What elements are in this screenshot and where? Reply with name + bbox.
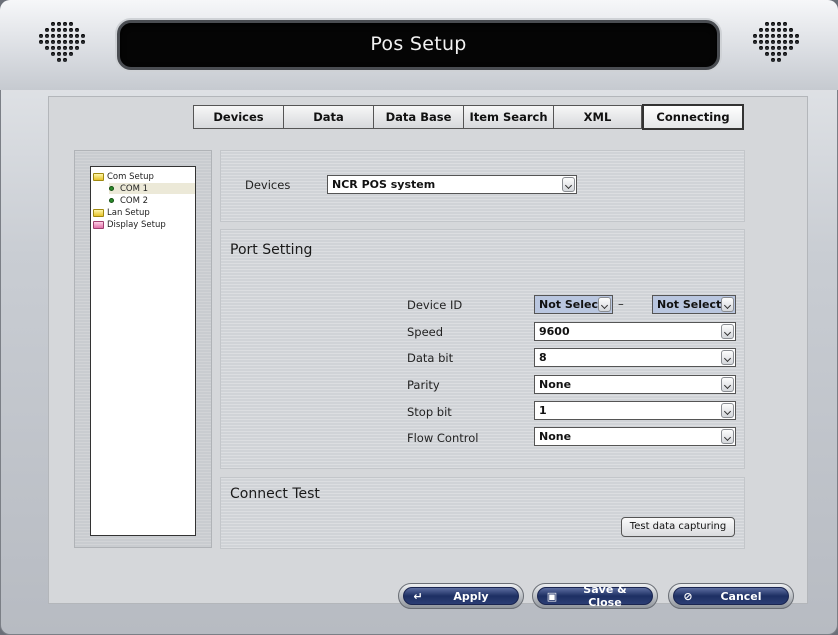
device-id-from-select[interactable]: Not Select xyxy=(534,295,613,314)
tree-item-label: Lan Setup xyxy=(107,207,150,218)
tree-item-com-setup[interactable]: Com Setup xyxy=(93,171,154,182)
chevron-down-icon[interactable] xyxy=(721,377,734,392)
parity-select[interactable]: None xyxy=(534,375,736,394)
speed-label: Speed xyxy=(407,325,444,339)
tab-item-search[interactable]: Item Search xyxy=(464,106,554,128)
test-data-capturing-button[interactable]: Test data capturing xyxy=(621,517,735,537)
title-display: Pos Setup xyxy=(117,20,720,70)
tree-item-label: COM 2 xyxy=(120,195,149,206)
chevron-down-icon[interactable] xyxy=(721,403,734,418)
enter-arrow-icon: ↵ xyxy=(413,589,423,603)
devices-label: Devices xyxy=(245,178,291,192)
port-bullet-icon xyxy=(109,198,114,203)
speaker-grille-left-icon xyxy=(34,22,90,64)
apply-label: Apply xyxy=(453,589,489,603)
data-bit-select[interactable]: 8 xyxy=(534,348,736,367)
tree-item-display-setup[interactable]: Display Setup xyxy=(93,219,166,230)
tree-item-com2[interactable]: COM 2 xyxy=(109,195,148,206)
stop-bit-select[interactable]: 1 xyxy=(534,401,736,420)
device-id-label: Device ID xyxy=(407,298,463,312)
folder-open-icon xyxy=(93,172,104,181)
tab-data-base[interactable]: Data Base xyxy=(374,106,464,128)
tab-bar: Devices Data Data Base Item Search XML C… xyxy=(193,104,744,130)
folder-open-icon xyxy=(93,208,104,217)
device-id-to-value: Not Select xyxy=(657,298,722,311)
tree-item-label: COM 1 xyxy=(120,183,149,194)
flow-control-label: Flow Control xyxy=(407,431,479,445)
tab-devices[interactable]: Devices xyxy=(194,106,284,128)
tree-item-label: Display Setup xyxy=(107,219,166,230)
chevron-down-icon[interactable] xyxy=(721,350,734,365)
speed-value: 9600 xyxy=(539,325,570,338)
devices-select-value: NCR POS system xyxy=(332,178,436,191)
tab-connecting[interactable]: Connecting xyxy=(642,104,744,130)
device-id-from-value: Not Select xyxy=(539,298,604,311)
parity-label: Parity xyxy=(407,378,440,392)
tree-item-label: Com Setup xyxy=(107,171,154,182)
tab-xml[interactable]: XML xyxy=(554,106,642,128)
parity-value: None xyxy=(539,378,572,391)
chevron-down-icon[interactable] xyxy=(721,324,734,339)
window-title: Pos Setup xyxy=(370,33,467,55)
save-close-button[interactable]: ▣ Save & Close xyxy=(532,583,658,609)
port-bullet-icon xyxy=(109,186,114,191)
cancel-button[interactable]: ⊘ Cancel xyxy=(668,583,794,609)
speed-select[interactable]: 9600 xyxy=(534,322,736,341)
chevron-down-icon[interactable] xyxy=(721,429,734,444)
stop-bit-value: 1 xyxy=(539,404,547,417)
flow-control-value: None xyxy=(539,430,572,443)
device-id-to-select[interactable]: Not Select xyxy=(652,295,736,314)
devices-select[interactable]: NCR POS system xyxy=(327,175,577,194)
device-id-separator: – xyxy=(618,297,624,311)
tree-item-lan-setup[interactable]: Lan Setup xyxy=(93,207,150,218)
chevron-down-icon[interactable] xyxy=(598,297,611,312)
tab-data[interactable]: Data xyxy=(284,106,374,128)
apply-button[interactable]: ↵ Apply xyxy=(398,583,524,609)
setup-tree: Com Setup COM 1 COM 2 Lan Setup Display … xyxy=(90,166,196,536)
chevron-down-icon[interactable] xyxy=(721,297,734,312)
cancel-circle-icon: ⊘ xyxy=(683,589,693,603)
save-disk-icon: ▣ xyxy=(546,589,558,603)
flow-control-select[interactable]: None xyxy=(534,427,736,446)
data-bit-label: Data bit xyxy=(407,351,454,365)
folder-pink-icon xyxy=(93,220,104,229)
stop-bit-label: Stop bit xyxy=(407,405,452,419)
data-bit-value: 8 xyxy=(539,351,547,364)
connect-test-title: Connect Test xyxy=(230,486,320,502)
cancel-label: Cancel xyxy=(720,589,762,603)
tree-item-com1[interactable]: COM 1 xyxy=(109,183,195,194)
save-close-label: Save & Close xyxy=(583,583,627,609)
title-bar: Pos Setup xyxy=(0,0,838,90)
speaker-grille-right-icon xyxy=(748,22,804,64)
port-setting-title: Port Setting xyxy=(230,242,313,258)
chevron-down-icon[interactable] xyxy=(562,177,575,192)
